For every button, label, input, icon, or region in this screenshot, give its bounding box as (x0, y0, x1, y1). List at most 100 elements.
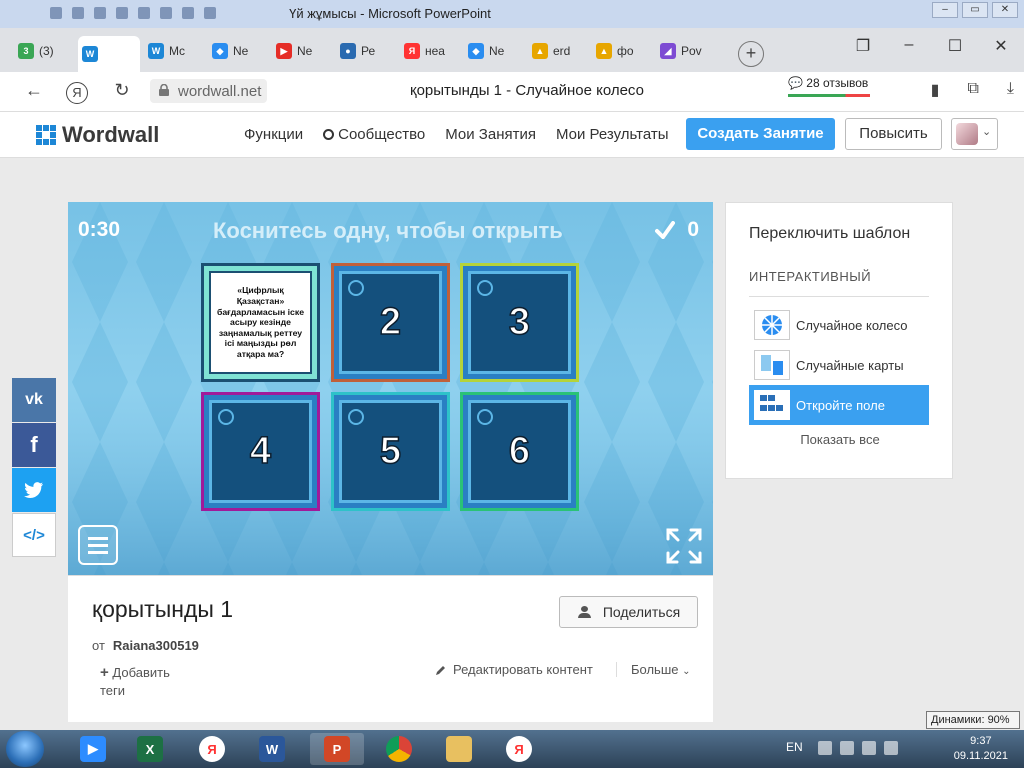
game-area[interactable]: 0:30 Коснитесь одну, чтобы открыть 0 «Ци… (68, 202, 713, 575)
extensions-icon[interactable]: ⧉ (967, 80, 978, 100)
close-icon[interactable]: ✕ (978, 36, 1024, 56)
twitter-share-button[interactable] (12, 468, 56, 512)
fullscreen-icon[interactable] (665, 527, 703, 565)
action-center-icon[interactable] (840, 741, 854, 755)
url-field[interactable]: wordwall.net (150, 79, 268, 103)
browser-tab[interactable]: Янеа (400, 38, 460, 64)
browser-tab[interactable]: 3 (3) (14, 38, 74, 64)
vk-share-button[interactable]: vk (12, 378, 56, 422)
add-tags-link[interactable]: + Добавить теги (100, 664, 190, 700)
menu-my-results[interactable]: Мои Результаты (556, 126, 669, 143)
browser-tab[interactable]: ◆ Ne (464, 38, 524, 64)
taskbar-excel[interactable]: X (123, 733, 177, 765)
taskbar-powerpoint[interactable]: P (310, 733, 364, 765)
switch-template-panel: Переключить шаблон ИНТЕРАКТИВНЫЙ Случайн… (725, 202, 953, 479)
game-menu-button[interactable] (78, 525, 118, 565)
template-random-wheel[interactable]: Случайное колесо (749, 305, 929, 345)
language-indicator[interactable]: EN (786, 740, 803, 754)
taskbar-yandex-2[interactable]: Я (492, 733, 546, 765)
taskbar-word[interactable]: W (245, 733, 299, 765)
main-menu: Функции Сообщество Мои Занятия Мои Резул… (244, 126, 669, 143)
author-link[interactable]: Raiana300519 (113, 638, 199, 653)
account-menu[interactable]: ⌄ (951, 118, 998, 150)
author-line: от Raiana300519 (92, 638, 199, 653)
activity-info: қорытынды 1 Поделиться от Raiana300519 + … (68, 575, 713, 722)
powerpoint-titlebar: Үй жұмысы - Microsoft PowerPoint – ▭ ✕ (0, 0, 1024, 28)
facebook-icon: f (30, 432, 38, 457)
upgrade-button[interactable]: Повысить (845, 118, 942, 150)
bookmark-icon[interactable]: ▮ (931, 80, 940, 100)
network-icon[interactable] (862, 741, 876, 755)
template-open-the-box[interactable]: Откройте поле (749, 385, 929, 425)
menu-features[interactable]: Функции (244, 126, 303, 143)
browser-tab[interactable]: ▲ фо (592, 38, 652, 64)
template-random-cards[interactable]: Случайные карты (749, 345, 929, 385)
maximize-icon[interactable]: ☐ (932, 36, 978, 56)
tab-manager-icon[interactable]: ❐ (840, 36, 886, 56)
browser-tab[interactable]: W Mc (144, 38, 204, 64)
more-dropdown[interactable]: Больше ⌄ (616, 662, 691, 677)
embed-code-icon: </> (23, 526, 45, 544)
box-6[interactable]: 6 (460, 392, 579, 511)
taskbar-zoom[interactable]: ▶ (66, 733, 120, 765)
reload-icon[interactable]: ↻ (110, 80, 134, 101)
twitter-icon (24, 482, 43, 498)
taskbar-yandex[interactable]: Я (185, 733, 239, 765)
taskbar-explorer[interactable] (432, 733, 486, 765)
speaker-icon[interactable] (884, 741, 898, 755)
swirl-ornament (348, 409, 364, 425)
template-panel-title: Переключить шаблон (749, 225, 911, 242)
browser-page-title: қорытынды 1 - Случайное колесо (410, 82, 644, 99)
tab-favicon-icon: ▲ (596, 43, 612, 59)
tab-label: Ne (297, 44, 313, 58)
check-icon (655, 221, 676, 239)
box-4[interactable]: 4 (201, 392, 320, 511)
edit-content-link[interactable]: Редактировать контент (435, 662, 593, 677)
taskbar-chrome[interactable] (372, 733, 426, 765)
embed-button[interactable]: </> (12, 513, 56, 557)
menu-my-activities[interactable]: Мои Занятия (445, 126, 536, 143)
template-label: Случайные карты (796, 357, 904, 373)
wordwall-logo[interactable]: Wordwall (36, 122, 159, 148)
minimize-icon[interactable]: – (886, 36, 932, 56)
divider (749, 296, 929, 297)
tab-label: Ne (489, 44, 505, 58)
browser-tab[interactable]: ▲ erd (528, 38, 588, 64)
cards-icon (754, 350, 790, 380)
new-tab-button[interactable]: + (738, 41, 764, 67)
flag-icon[interactable] (818, 741, 832, 755)
box-1-opened[interactable]: «Цифрлық Қазақстан» бағдарламасын іске а… (201, 263, 320, 382)
clock[interactable]: 9:37 09.11.2021 (954, 734, 1008, 764)
browser-tab[interactable]: ● Ре (336, 38, 396, 64)
create-activity-button[interactable]: Создать Занятие (686, 118, 835, 150)
browser-tab[interactable]: ▶ Ne (272, 38, 332, 64)
box-3[interactable]: 3 (460, 263, 579, 382)
url-domain: wordwall.net (178, 83, 262, 100)
powerpoint-window-controls[interactable]: – ▭ ✕ (932, 2, 1018, 18)
browser-window-controls[interactable]: ❐ – ☐ ✕ (840, 36, 1024, 56)
wordwall-logo-icon (36, 125, 56, 145)
zoom-icon: ▶ (80, 736, 106, 762)
browser-tab[interactable]: ◢ Pov (656, 38, 716, 64)
reviews-rating-bar (788, 94, 870, 97)
volume-tooltip: Динамики: 90% (926, 711, 1020, 729)
game-instruction: Коснитесь одну, чтобы открыть (213, 218, 563, 243)
reviews-badge[interactable]: 💬 28 отзывов (788, 76, 868, 90)
box-2[interactable]: 2 (331, 263, 450, 382)
template-label: Откройте поле (796, 397, 885, 413)
menu-community[interactable]: Сообщество (323, 126, 425, 143)
yandex-icon[interactable]: Я (66, 82, 88, 104)
start-button[interactable] (6, 731, 44, 767)
browser-tab[interactable]: ◆ Ne (208, 38, 268, 64)
browser-tab[interactable]: W (78, 36, 140, 72)
show-all-link[interactable]: Показать все (726, 432, 954, 447)
boxes-icon (754, 390, 790, 420)
back-arrow-icon[interactable]: ← (22, 80, 46, 101)
share-button[interactable]: Поделиться (559, 596, 698, 628)
chevron-down-icon: ⌄ (682, 666, 691, 677)
box-5[interactable]: 5 (331, 392, 450, 511)
facebook-share-button[interactable]: f (12, 423, 56, 467)
activity-title: қорытынды 1 (92, 596, 234, 622)
windows-taskbar: ▶ X Я W P Я EN 9:37 09.11.2021 (0, 730, 1024, 768)
download-icon[interactable]: ⤓ (1007, 80, 1014, 100)
